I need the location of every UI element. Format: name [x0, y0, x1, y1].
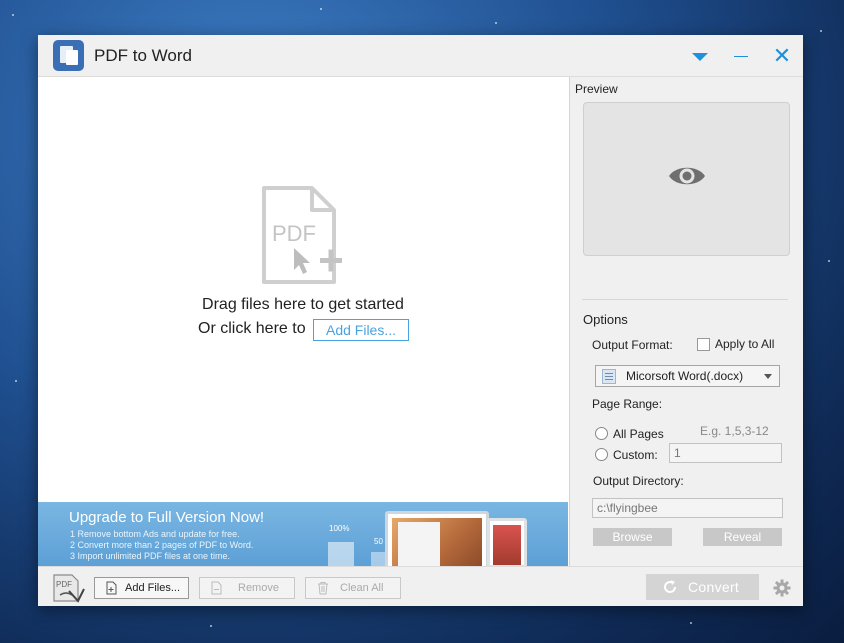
page-range-hint: E.g. 1,5,3-12 — [700, 424, 769, 438]
apply-to-all-checkbox[interactable] — [697, 338, 710, 351]
custom-range-radio[interactable] — [595, 448, 608, 461]
title-bar: PDF to Word ✕ — [38, 35, 803, 77]
logo-pdf-text: PDF — [56, 580, 72, 589]
star — [495, 22, 497, 24]
eye-icon — [669, 167, 705, 185]
remove-button[interactable]: Remove — [199, 577, 295, 599]
refresh-icon — [664, 580, 677, 593]
file-drop-area[interactable]: PDF Drag files here to get started Or cl… — [38, 77, 568, 502]
add-files-link-button[interactable]: Add Files... — [313, 319, 409, 341]
banner-percent-label: 50 — [374, 537, 383, 546]
pdf-icon-text: PDF — [272, 221, 316, 246]
banner-percent-label: 100% — [329, 524, 350, 533]
add-files-label: Add Files... — [125, 582, 181, 594]
star — [12, 14, 14, 16]
clean-all-button[interactable]: Clean All — [305, 577, 401, 599]
star — [828, 260, 830, 262]
custom-range-label: Custom: — [613, 448, 658, 462]
star — [820, 30, 822, 32]
drag-instruction: Drag files here to get started — [202, 296, 404, 313]
banner-title: Upgrade to Full Version Now! — [69, 509, 265, 526]
banner-line: 2 Convert more than 2 pages of PDF to Wo… — [70, 540, 254, 550]
or-click-text: Or click here to — [198, 320, 306, 337]
banner-line: 3 Import unlimited PDF files at one time… — [70, 551, 231, 561]
output-format-value: Micorsoft Word(.docx) — [626, 369, 744, 383]
page-range-label: Page Range: — [592, 397, 663, 411]
star — [690, 622, 692, 624]
output-format-select[interactable]: Micorsoft Word(.docx) — [595, 365, 780, 387]
reveal-button[interactable]: Reveal — [703, 528, 782, 546]
menu-dropdown-icon[interactable] — [687, 43, 713, 69]
laptop-image — [385, 511, 489, 566]
options-panel: Preview Options Output Format: Apply to … — [569, 77, 803, 566]
add-file-icon — [106, 581, 117, 595]
browse-button[interactable]: Browse — [593, 528, 672, 546]
window-title: PDF to Word — [94, 46, 192, 65]
star — [210, 625, 212, 627]
banner-bar-graphic — [371, 552, 385, 566]
star — [320, 8, 322, 10]
clean-all-label: Clean All — [340, 582, 384, 594]
banner-line: 1 Remove bottom Ads and update for free. — [70, 529, 240, 539]
add-files-button[interactable]: Add Files... — [94, 577, 189, 599]
bottom-toolbar: PDF Add Files... Remove Clean All Conver… — [38, 566, 803, 606]
pdf-to-word-logo-icon: PDF — [53, 574, 85, 603]
close-icon[interactable]: ✕ — [769, 43, 795, 69]
star — [15, 380, 17, 382]
app-logo-icon — [53, 40, 84, 71]
upgrade-ad-banner[interactable]: Upgrade to Full Version Now! 1 Remove bo… — [38, 502, 568, 566]
convert-label: Convert — [688, 579, 740, 595]
output-directory-input[interactable]: c:\flyingbee — [592, 498, 783, 518]
gear-icon[interactable] — [773, 579, 791, 597]
output-format-label: Output Format: — [592, 338, 673, 352]
chevron-down-icon — [764, 374, 772, 379]
all-pages-radio[interactable] — [595, 427, 608, 440]
remove-label: Remove — [238, 582, 279, 594]
all-pages-label: All Pages — [613, 427, 664, 441]
word-document-icon — [602, 369, 616, 384]
preview-box — [583, 102, 790, 256]
banner-bar-graphic — [328, 542, 354, 566]
convert-button[interactable]: Convert — [646, 574, 759, 600]
output-directory-label: Output Directory: — [593, 474, 684, 488]
preview-label: Preview — [575, 82, 618, 96]
minimize-icon[interactable] — [728, 43, 754, 69]
custom-range-input[interactable]: 1 — [669, 443, 782, 463]
pdf-add-icon: PDF — [262, 186, 342, 284]
panel-divider — [582, 299, 788, 300]
options-label: Options — [583, 312, 628, 327]
app-window: PDF to Word ✕ PDF Drag files here to get… — [38, 35, 803, 606]
remove-file-icon — [211, 581, 222, 595]
tablet-image — [487, 518, 527, 566]
trash-icon — [318, 582, 328, 595]
apply-to-all-label: Apply to All — [715, 337, 775, 351]
